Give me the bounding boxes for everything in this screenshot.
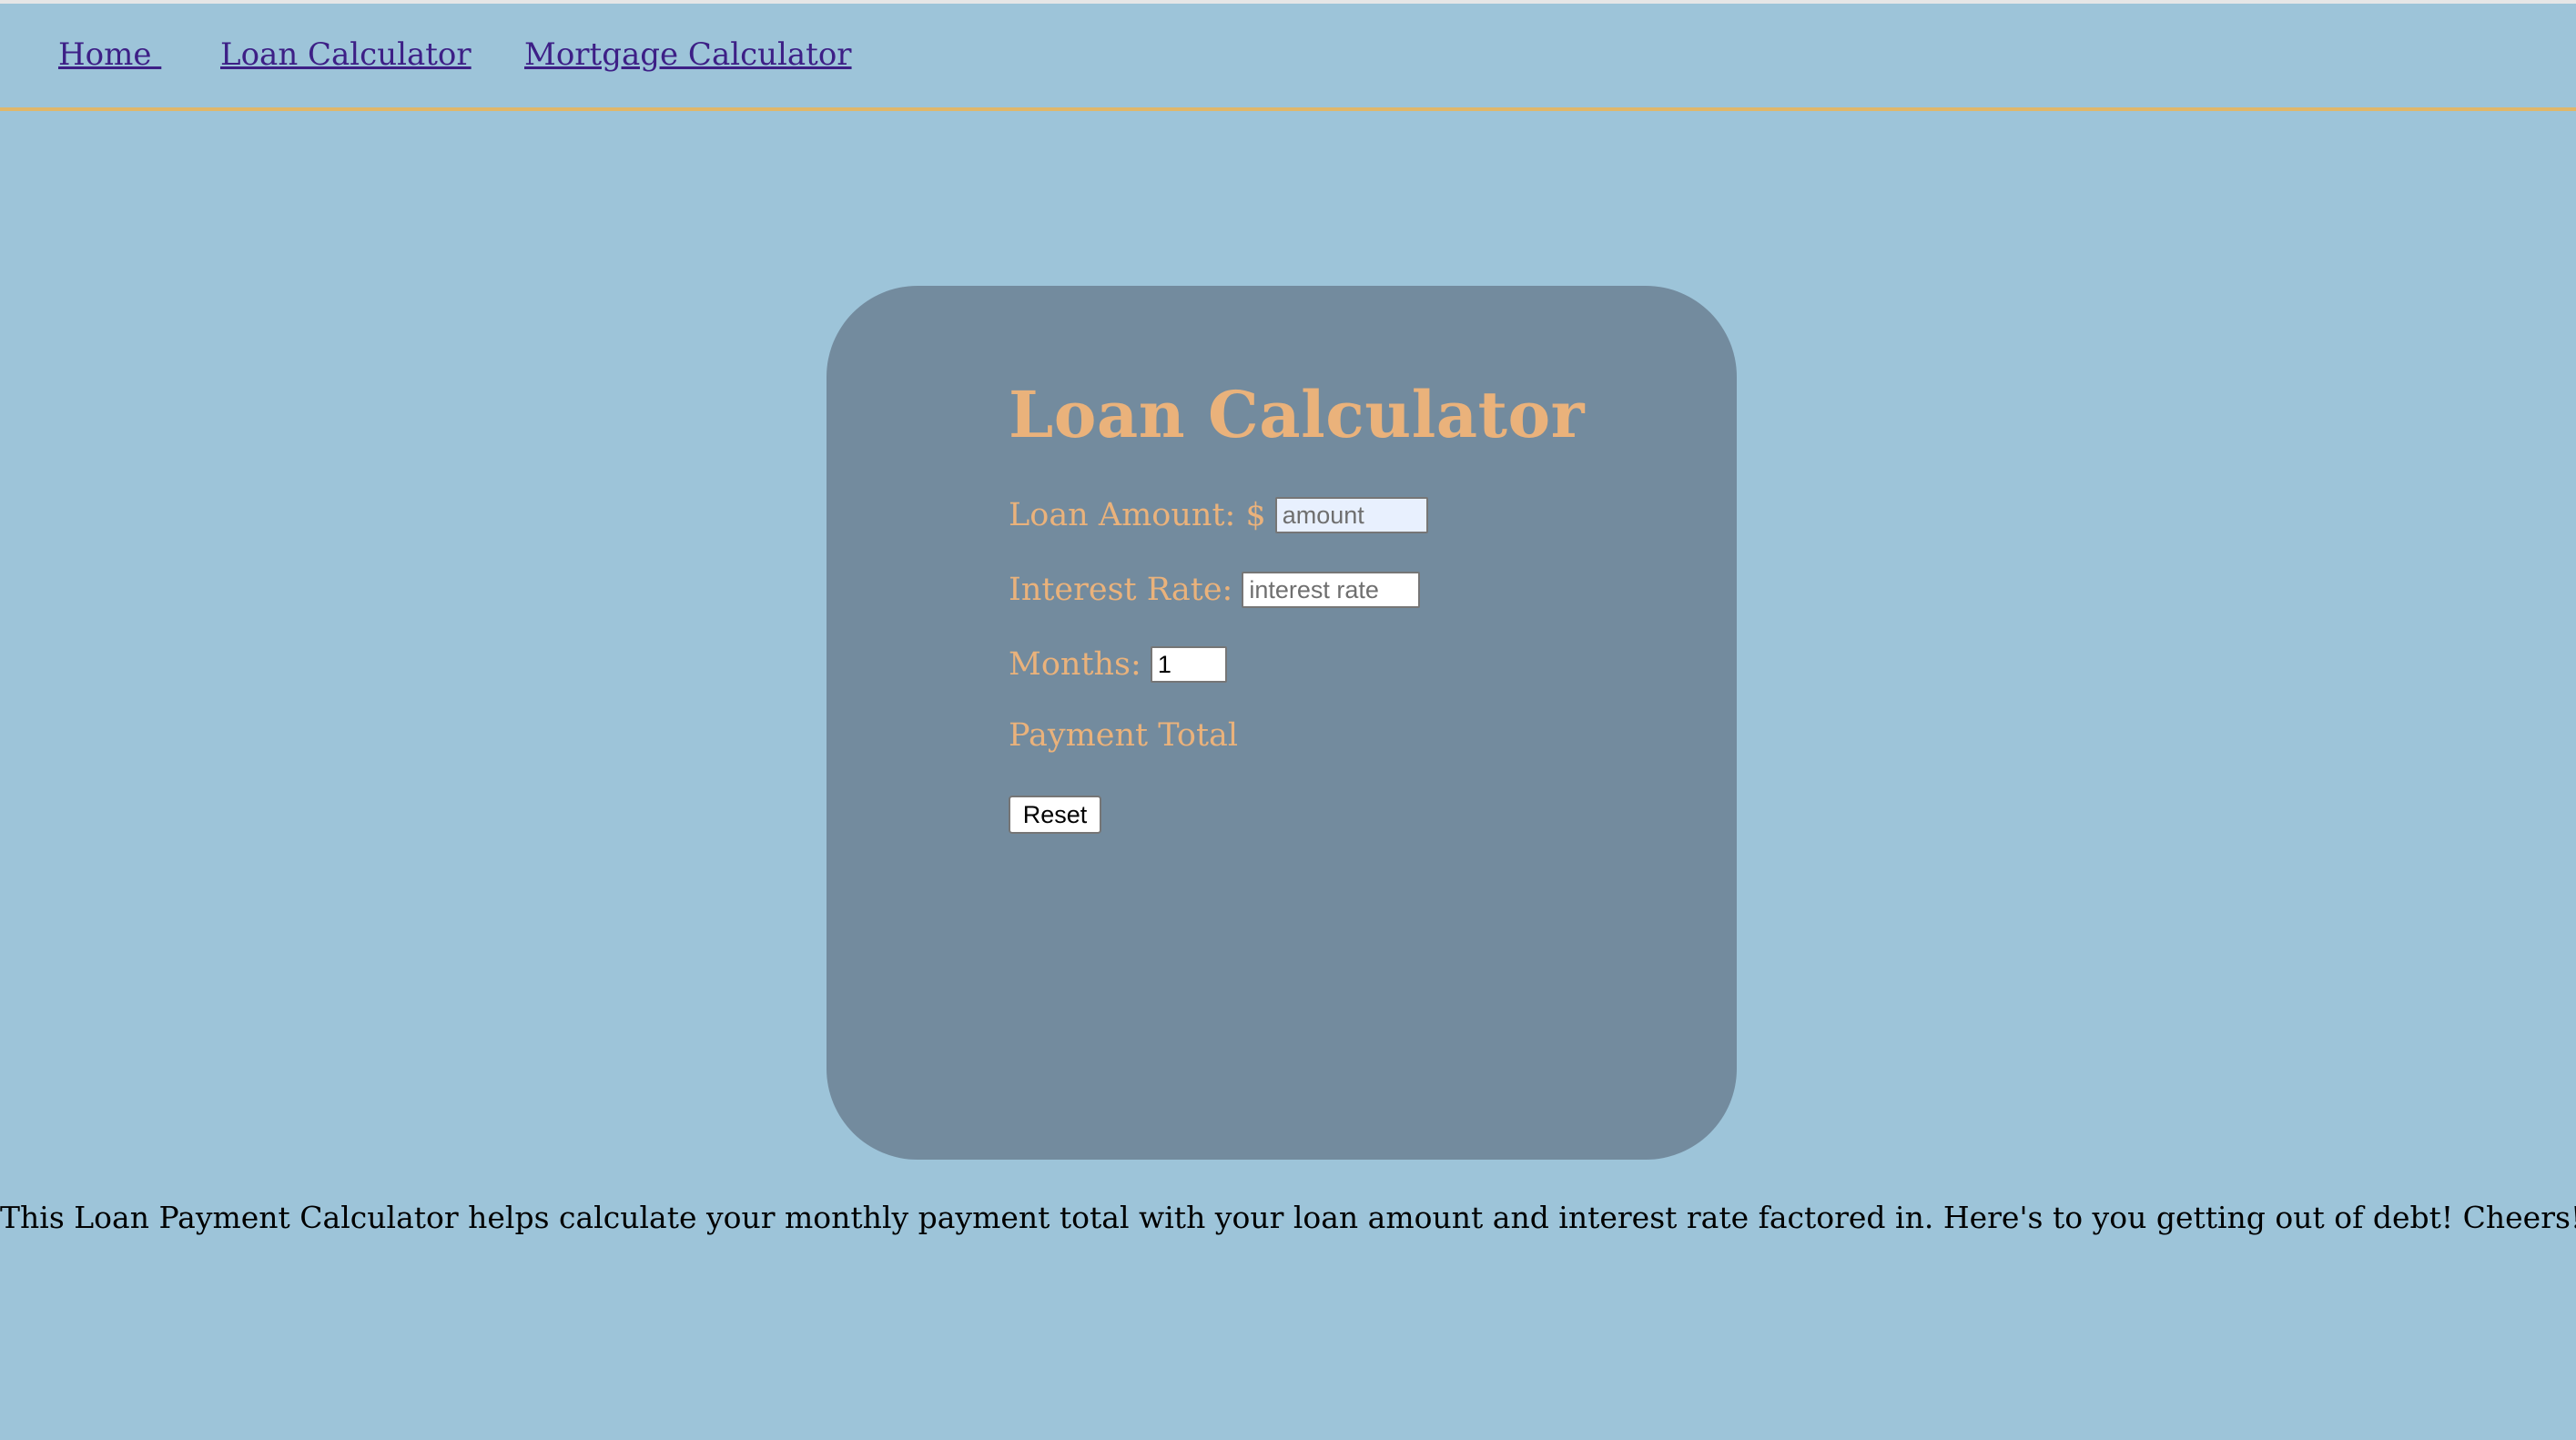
loan-amount-label: Loan Amount: $ (1009, 497, 1266, 533)
nav-link-loan-calculator[interactable]: Loan Calculator (220, 36, 472, 73)
months-row: Months: (1009, 646, 1227, 683)
interest-rate-label: Interest Rate: (1009, 572, 1233, 608)
nav-link-home[interactable]: Home (58, 36, 161, 73)
loan-amount-row: Loan Amount: $ (1009, 497, 1428, 533)
interest-rate-row: Interest Rate: (1009, 572, 1421, 608)
top-navigation: Home Loan Calculator Mortgage Calculator (0, 4, 2576, 111)
payment-total-label: Payment Total (1009, 717, 1239, 754)
payment-total-row: Payment Total (1009, 717, 1238, 754)
loan-calculator-card: Loan Calculator Loan Amount: $ Interest … (827, 286, 1737, 1160)
months-input[interactable] (1150, 646, 1227, 683)
nav-link-mortgage-calculator[interactable]: Mortgage Calculator (524, 36, 852, 73)
loan-amount-input[interactable] (1274, 497, 1428, 533)
calculator-title: Loan Calculator (1009, 377, 1586, 452)
calculator-description: This Loan Payment Calculator helps calcu… (0, 1200, 2576, 1235)
reset-button[interactable]: Reset (1009, 796, 1101, 834)
interest-rate-input[interactable] (1242, 572, 1421, 608)
months-label: Months: (1009, 646, 1141, 683)
